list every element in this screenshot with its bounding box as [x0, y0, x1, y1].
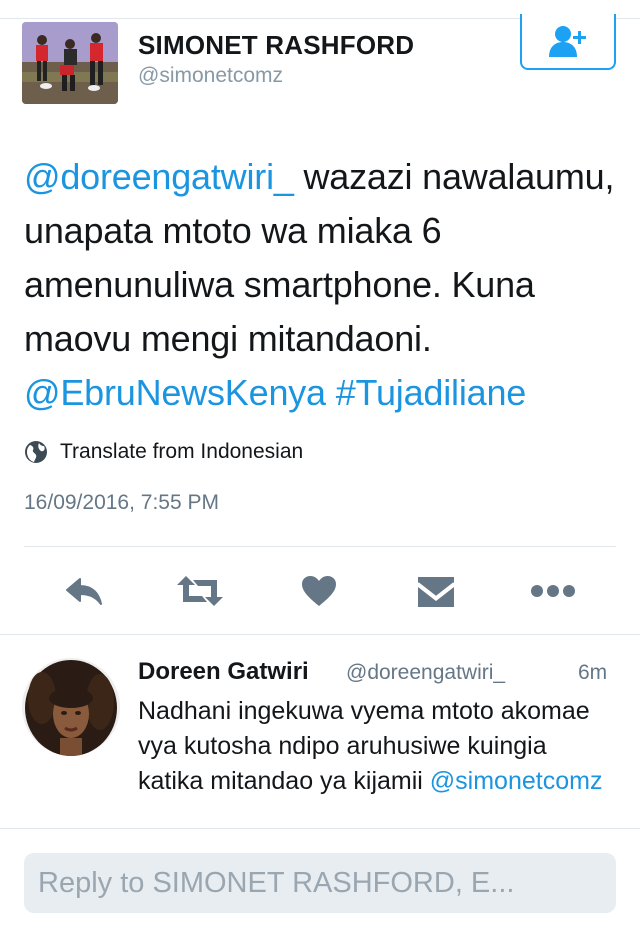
- retweet-icon: [177, 576, 223, 606]
- follow-button[interactable]: [520, 14, 616, 70]
- reply-button[interactable]: [60, 568, 108, 614]
- action-bar: [0, 568, 640, 614]
- reply-author-avatar[interactable]: [22, 658, 120, 756]
- like-button[interactable]: [296, 568, 342, 614]
- avatar-photo: [22, 658, 120, 756]
- divider: [0, 828, 640, 829]
- add-user-icon: [549, 26, 586, 57]
- translate-link[interactable]: Translate from Indonesian: [24, 440, 303, 464]
- reply-input[interactable]: [24, 853, 616, 913]
- author-name[interactable]: SIMONET RASHFORD: [138, 30, 414, 61]
- tweet-detail-screen: SIMONET RASHFORD @simonetcomz @doreengat…: [0, 0, 640, 928]
- reply-author-handle[interactable]: @doreengatwiri_: [346, 661, 505, 685]
- tweet-timestamp: 16/09/2016, 7:55 PM: [24, 491, 219, 514]
- direct-message-button[interactable]: [414, 568, 458, 614]
- like-icon: [302, 576, 336, 606]
- globe-icon: [25, 441, 47, 463]
- translate-label: Translate from Indonesian: [60, 440, 304, 463]
- reply-author-name[interactable]: Doreen Gatwiri: [138, 658, 309, 686]
- hashtag-link[interactable]: #Tujadiliane: [336, 372, 527, 413]
- more-icon: [531, 585, 575, 597]
- tweet-body: @doreengatwiri_ wazazi nawalaumu, unapat…: [24, 150, 624, 420]
- retweet-button[interactable]: [174, 568, 226, 614]
- reply-body: Nadhani ingekuwa vyema mtoto akomae vya …: [138, 694, 608, 799]
- avatar-photo: [22, 22, 118, 104]
- reply-time: 6m: [578, 661, 608, 684]
- divider: [0, 634, 640, 635]
- more-button[interactable]: [526, 568, 580, 614]
- direct-message-icon: [417, 577, 455, 607]
- reply-icon: [66, 578, 102, 605]
- mention-link[interactable]: @doreengatwiri_: [24, 156, 294, 197]
- reply-mention-link[interactable]: @simonetcomz: [430, 767, 603, 795]
- author-handle[interactable]: @simonetcomz: [138, 64, 283, 88]
- mention-link-2[interactable]: @EbruNewsKenya: [24, 372, 326, 413]
- divider: [24, 546, 616, 547]
- author-avatar[interactable]: [22, 22, 118, 104]
